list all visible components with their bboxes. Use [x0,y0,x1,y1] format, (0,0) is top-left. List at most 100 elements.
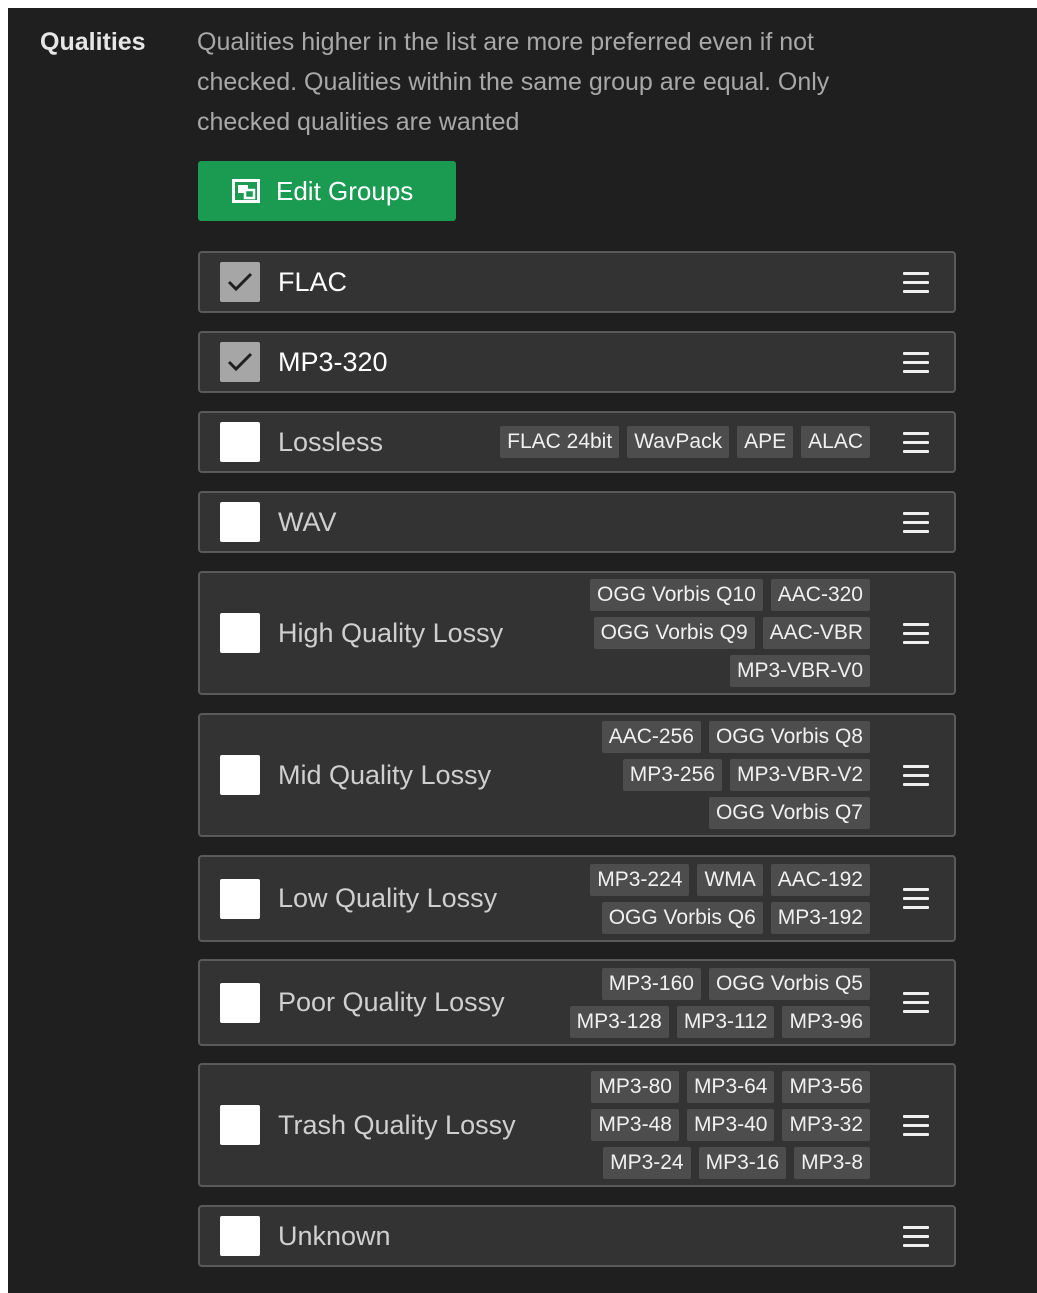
drag-handle-icon[interactable] [903,623,929,645]
quality-name: Lossless [278,427,384,457]
section-label: Qualities [40,28,146,56]
tag-line: AAC-256 OGG Vorbis Q8 [601,721,870,753]
drag-handle-icon[interactable] [903,765,929,787]
quality-tag: AAC-VBR [762,617,870,649]
quality-tag: MP3-32 [782,1109,870,1141]
quality-tag: OGG Vorbis Q5 [708,968,870,1000]
tag-line: MP3-VBR-V0 [729,655,870,687]
drag-handle-icon[interactable] [903,1226,929,1248]
drag-handle-icon[interactable] [903,432,929,454]
quality-tag: FLAC 24bit [500,426,620,458]
quality-row-unknown[interactable]: Unknown [198,1205,956,1267]
quality-name: Mid Quality Lossy [278,760,492,790]
quality-tag: AAC-256 [601,721,701,753]
quality-tags: MP3-160 OGG Vorbis Q5 MP3-128 MP3-112 MP3-96 [569,968,870,1038]
tag-line: FLAC 24bit WavPack APE ALAC [500,426,870,458]
quality-tag: MP3-8 [794,1147,870,1179]
quality-tag: OGG Vorbis Q9 [593,617,755,649]
quality-row-poor-quality-lossy[interactable]: Poor Quality Lossy MP3-160 OGG Vorbis Q5 MP… [198,959,956,1046]
quality-row-wav[interactable]: WAV [198,491,956,553]
quality-tag: MP3-VBR-V2 [729,759,870,791]
tag-line: OGG Vorbis Q9 AAC-VBR [593,617,870,649]
tag-line: MP3-24 MP3-16 MP3-8 [603,1147,870,1179]
quality-tags: MP3-80 MP3-64 MP3-56 MP3-48 MP3-40 MP3-32 MP3-… [591,1071,870,1179]
quality-tag: MP3-160 [601,968,701,1000]
tag-line: OGG Vorbis Q10 AAC-320 [590,579,870,611]
quality-tag: MP3-24 [603,1147,691,1179]
quality-tag: OGG Vorbis Q10 [590,579,763,611]
checkmark-icon [227,352,253,372]
quality-row-mid-quality-lossy[interactable]: Mid Quality Lossy AAC-256 OGG Vorbis Q8 MP3… [198,713,956,837]
quality-tag: MP3-16 [698,1147,787,1179]
quality-tag: MP3-48 [591,1109,679,1141]
quality-tag: MP3-VBR-V0 [729,655,870,687]
quality-tag: MP3-256 [622,759,722,791]
tag-line: MP3-80 MP3-64 MP3-56 [591,1071,870,1103]
tag-line: MP3-256 MP3-VBR-V2 [622,759,870,791]
quality-tag: MP3-192 [770,902,870,934]
quality-tag: WavPack [627,426,730,458]
quality-tag: MP3-128 [569,1006,669,1038]
quality-row-flac[interactable]: FLAC [198,251,956,313]
quality-tags: MP3-224 WMA AAC-192 OGG Vorbis Q6 MP3-192 [590,864,870,934]
drag-handle-icon[interactable] [903,512,929,534]
quality-row-mp3-320[interactable]: MP3-320 [198,331,956,393]
quality-tag: MP3-112 [676,1006,775,1038]
edit-groups-label: Edit Groups [276,175,414,206]
edit-groups-icon [232,179,260,203]
quality-tags: AAC-256 OGG Vorbis Q8 MP3-256 MP3-VBR-V2 OGG… [601,721,870,829]
quality-checkbox[interactable] [220,262,260,302]
quality-name: MP3-320 [278,347,388,377]
edit-groups-button[interactable]: Edit Groups [198,161,456,221]
checkmark-icon [227,272,253,292]
quality-tag: OGG Vorbis Q8 [708,721,870,753]
drag-handle-icon[interactable] [903,992,929,1014]
tag-line: OGG Vorbis Q6 MP3-192 [601,902,870,934]
quality-tag: AAC-192 [770,864,870,896]
tag-line: MP3-128 MP3-112 MP3-96 [569,1006,870,1038]
quality-name: Low Quality Lossy [278,883,498,913]
quality-checkbox[interactable] [220,983,260,1023]
drag-handle-icon[interactable] [903,352,929,374]
tag-line: OGG Vorbis Q7 [708,797,870,829]
quality-tag: AAC-320 [770,579,870,611]
quality-tag: ALAC [801,426,870,458]
drag-handle-icon[interactable] [903,888,929,910]
quality-checkbox[interactable] [220,1216,260,1256]
quality-row-high-quality-lossy[interactable]: High Quality Lossy OGG Vorbis Q10 AAC-320 O… [198,571,956,695]
quality-checkbox[interactable] [220,755,260,795]
tag-line: MP3-160 OGG Vorbis Q5 [601,968,870,1000]
quality-name: High Quality Lossy [278,618,504,648]
quality-checkbox[interactable] [220,342,260,382]
quality-tag: MP3-224 [590,864,690,896]
quality-tag: MP3-64 [686,1071,775,1103]
quality-checkbox[interactable] [220,502,260,542]
quality-tag: MP3-80 [591,1071,679,1103]
quality-tags: OGG Vorbis Q10 AAC-320 OGG Vorbis Q9 AAC-VB… [590,579,870,687]
quality-name: Poor Quality Lossy [278,987,505,1017]
section-description: Qualities higher in the list are more pr… [197,28,830,136]
quality-row-lossless[interactable]: Lossless FLAC 24bit WavPack APE ALAC [198,411,956,473]
quality-tag: WMA [697,864,763,896]
quality-tag: MP3-96 [782,1006,870,1038]
quality-tag: OGG Vorbis Q6 [601,902,763,934]
quality-name: Unknown [278,1221,391,1251]
quality-checkbox[interactable] [220,879,260,919]
tag-line: MP3-224 WMA AAC-192 [590,864,870,896]
quality-checkbox[interactable] [220,1105,260,1145]
quality-checkbox[interactable] [220,422,260,462]
quality-tag: MP3-56 [782,1071,870,1103]
drag-handle-icon[interactable] [903,272,929,294]
quality-checkbox[interactable] [220,613,260,653]
drag-handle-icon[interactable] [903,1115,929,1137]
qualities-panel: Qualities Qualities higher in the list a… [8,8,1037,1293]
quality-name: FLAC [278,267,348,297]
quality-name: WAV [278,507,337,537]
quality-name: Trash Quality Lossy [278,1110,516,1140]
quality-tag: OGG Vorbis Q7 [708,797,870,829]
quality-tag: MP3-40 [686,1109,775,1141]
quality-tags: FLAC 24bit WavPack APE ALAC [500,426,870,458]
quality-row-low-quality-lossy[interactable]: Low Quality Lossy MP3-224 WMA AAC-192 OGG Vo… [198,855,956,942]
quality-row-trash-quality-lossy[interactable]: Trash Quality Lossy MP3-80 MP3-64 MP3-56 MP3… [198,1063,956,1187]
quality-tag: APE [737,426,794,458]
